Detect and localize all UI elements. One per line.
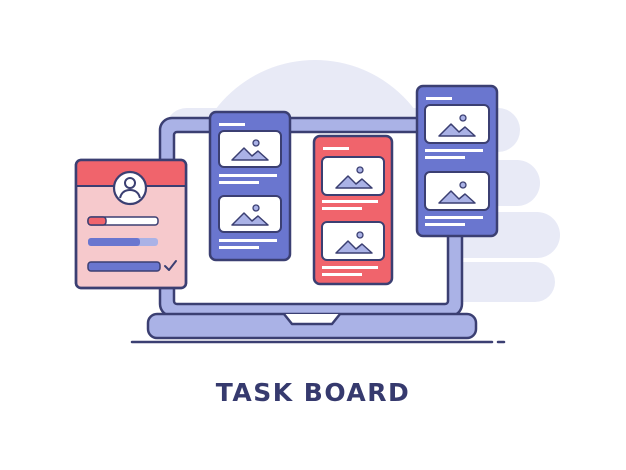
- task-column-blue-2: [415, 84, 499, 238]
- user-avatar-icon: [112, 170, 148, 206]
- task-column-red: [312, 134, 394, 286]
- profile-card: [74, 158, 188, 290]
- task-column-blue-1: [208, 110, 292, 262]
- caption-title: TASK BOARD: [215, 378, 411, 407]
- laptop-notch: [283, 313, 341, 326]
